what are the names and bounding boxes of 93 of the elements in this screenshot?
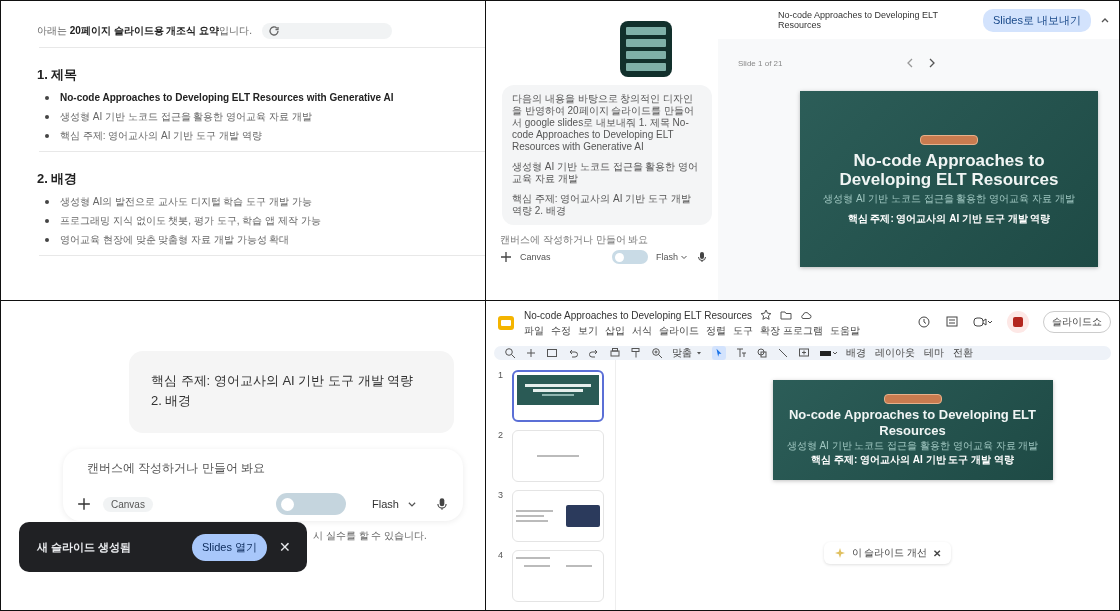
document-title[interactable]: No-code Approaches to Developing ELT Resources (524, 309, 753, 321)
slide-number: 3 (498, 490, 504, 502)
close-button[interactable]: ✕ (277, 539, 293, 555)
slide-number: 1 (498, 370, 504, 382)
open-slides-button[interactable]: Slides 열기 (191, 533, 267, 561)
caret-icon (407, 499, 417, 509)
slide-canvas[interactable]: No-code Approaches to Developing ELT Resources 생성형 AI 기반 노코드 접근을 활용한 영어교육 자료 개발 핵심 주제: 영어교사의 AI 기반 도구 개발 역량 (772, 380, 1053, 480)
shape-icon[interactable] (756, 347, 768, 359)
toggle-chip[interactable] (276, 493, 347, 515)
text-box-icon[interactable] (735, 347, 747, 359)
comment-icon[interactable] (945, 315, 959, 329)
intro-text: 아래는 20페이지 슬라이드용 개조식 요약입니다. (37, 24, 253, 38)
bullet-text: No-code Approaches to Developing ELT Resources with Generative AI (60, 91, 394, 105)
record-button[interactable] (1007, 311, 1029, 333)
section-heading: 2. 배경 (36, 170, 79, 188)
bullet-text: 핵심 주제: 영어교사의 AI 기반 도구 개발 역량 (60, 129, 262, 143)
bullet-text: 영어교육 현장에 맞춘 맞춤형 자료 개발 가능성 확대 (60, 233, 290, 247)
toggle-chip[interactable] (612, 250, 648, 264)
dismiss-button[interactable]: ✕ (933, 547, 942, 559)
canvas-chip[interactable]: Canvas (103, 496, 153, 512)
toolbar-button[interactable]: 전환 (953, 346, 973, 360)
toolbar-button[interactable]: 레이아웃 (875, 346, 915, 360)
canvas-chip[interactable]: Canvas (520, 252, 551, 262)
slides-preview-image (620, 21, 672, 77)
menu-item[interactable]: 수정 (551, 324, 571, 338)
menu-item[interactable]: 확장 프로그램 (760, 324, 823, 338)
model-dropdown[interactable]: Flash (372, 498, 399, 510)
menu-item[interactable]: 서식 (632, 324, 652, 338)
refresh-icon (268, 25, 281, 37)
caret-icon (695, 349, 703, 357)
user-message: 핵심 주제: 영어교사의 AI 기반 도구 개발 역량 2. 배경 (129, 351, 454, 433)
bullet-text: 프로그래밍 지식 없이도 챗봇, 평가 도구, 학습 앱 제작 가능 (60, 214, 321, 228)
bullet-icon (45, 95, 49, 100)
folder-icon[interactable] (780, 309, 793, 321)
menu-item[interactable]: 보기 (578, 324, 598, 338)
history-icon[interactable] (917, 315, 931, 329)
redo-icon[interactable] (588, 347, 600, 359)
select-tool-icon[interactable] (712, 346, 726, 360)
bullet-icon (45, 199, 49, 204)
menu-item[interactable]: 정렬 (706, 324, 726, 338)
comment-add-icon[interactable] (798, 347, 810, 359)
menu-item[interactable]: 삽입 (605, 324, 625, 338)
bullet-icon (45, 237, 49, 242)
bullet-text: 생성형 AI의 발전으로 교사도 디지털 학습 도구 개발 가능 (60, 195, 312, 209)
toolbar-button[interactable]: 테마 (924, 346, 944, 360)
suggestion-label: 이 슬라이드 개선 (851, 546, 928, 560)
undo-icon[interactable] (567, 347, 579, 359)
search-icon[interactable] (504, 347, 516, 359)
slide-subtitle: 생성형 AI 기반 노코드 접근을 활용한 영어교육 자료 개발 (786, 440, 1039, 451)
print-icon[interactable] (609, 347, 621, 359)
plus-icon[interactable] (525, 347, 537, 359)
plus-icon[interactable] (77, 497, 91, 511)
camera-icon[interactable] (973, 315, 993, 329)
paint-format-icon[interactable] (630, 347, 642, 359)
slideshow-button[interactable]: 슬라이드쇼 (1043, 311, 1111, 333)
cloud-icon[interactable] (800, 309, 813, 321)
canvas-title: No-code Approaches to Developing ELT Resources (778, 10, 939, 30)
bullet-icon (45, 218, 49, 223)
menu-item[interactable]: 도구 (733, 324, 753, 338)
slide-thumbnail[interactable] (512, 370, 604, 422)
slide-number: 4 (498, 550, 504, 562)
export-button[interactable]: Slides로 내보내기 (982, 8, 1091, 32)
slide-tagline: 핵심 주제: 영어교사의 AI 기반 도구 개발 역량 (847, 212, 1051, 226)
zoom-icon[interactable] (651, 347, 663, 359)
user-message: 다음의 내용을 바탕으로 창의적인 디자인을 반영하여 20페이지 슬라이드를 만들어서 google slides로 내보내줘 1. 제목 No-code Approaches to Developing ELT Resources with Generative AI 생성형 AI 기반 노코드 접근을 활용한 영어교육 자료 개발 핵심 주제: 영어교사의 AI 기반 도구 개발 역량 2. 배경 (502, 85, 712, 225)
badge-pill (883, 394, 942, 404)
disclaimer-text: 시 실수를 할 수 있습니다. (313, 529, 428, 543)
slide-subtitle: 생성형 AI 기반 노코드 접근을 활용한 영어교육 자료 개발 (823, 192, 1075, 206)
section-heading: 1. 제목 (36, 66, 79, 84)
microphone-icon[interactable] (696, 251, 708, 263)
suggestion-chip[interactable]: 이 슬라이드 개선 ✕ (823, 542, 952, 564)
slide-tagline: 핵심 주제: 영어교사의 AI 기반 도구 개발 역량 (811, 454, 1014, 465)
bullet-text: 생성형 AI 기반 노코드 접근을 활용한 영어교육 자료 개발 (60, 110, 312, 124)
menu-item[interactable]: 도움말 (829, 324, 860, 338)
zoom-dropdown[interactable]: 맞춤 (672, 346, 692, 360)
badge-pill (920, 135, 978, 145)
prompt-field[interactable]: 캔버스에 작성하거나 만들어 봐요 (496, 232, 712, 247)
slide-number: 2 (498, 430, 504, 442)
star-icon[interactable] (760, 309, 773, 321)
toolbar-button[interactable]: 배경 (846, 346, 866, 360)
menu-item[interactable]: 파일 (524, 324, 544, 338)
microphone-icon[interactable] (435, 497, 449, 511)
snackbar-message: 새 슬라이드 생성됨 (37, 539, 133, 555)
menu-item[interactable]: 슬라이드 (659, 324, 699, 338)
model-dropdown[interactable]: Flash (656, 252, 678, 262)
caret-icon (680, 253, 688, 261)
plus-icon[interactable] (500, 251, 512, 263)
bullet-icon (45, 133, 49, 138)
slide-counter: Slide 1 of 21 (738, 58, 784, 68)
slide-title: No-code Approaches to Developing ELT Resources (838, 151, 1060, 189)
slide-title: No-code Approaches to Developing ELT Resources (788, 407, 1037, 439)
line-icon[interactable] (777, 347, 789, 359)
bullet-icon (45, 114, 49, 119)
